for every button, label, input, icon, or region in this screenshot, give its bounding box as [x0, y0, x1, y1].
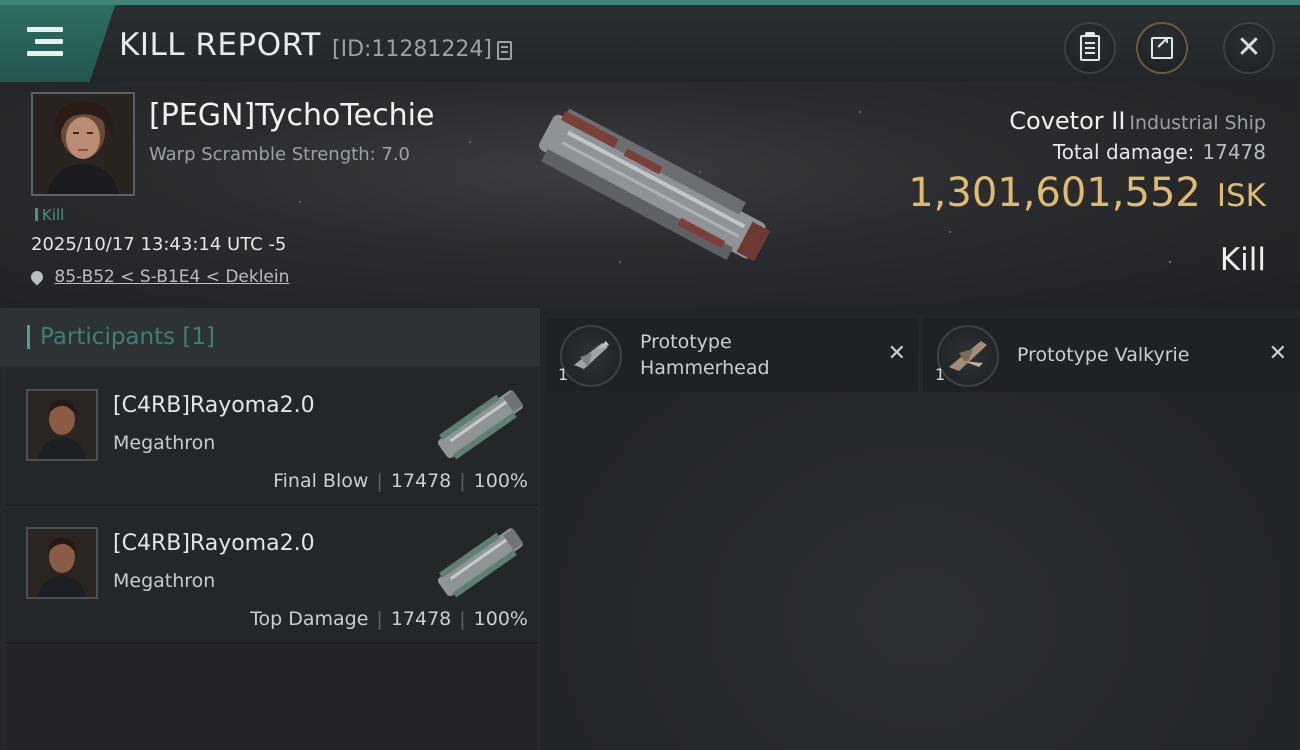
victim-ship-image	[539, 108, 771, 262]
kill-tag: Kill	[35, 206, 64, 224]
ship-class: Industrial Ship	[1129, 112, 1266, 134]
hammerhead-drone-icon	[560, 325, 622, 387]
ship-name: Covetor II	[1009, 107, 1126, 135]
clipboard-icon	[1080, 32, 1100, 61]
participant-role: Top Damage	[250, 608, 369, 630]
participants-header: Participants [1]	[0, 308, 540, 366]
report-id: [ID:11281224]	[332, 37, 492, 62]
menu-button[interactable]	[0, 5, 115, 82]
participant-role: Final Blow	[273, 470, 369, 492]
location-link[interactable]: 85-B52 < S-B1E4 < Deklein	[54, 267, 289, 287]
warp-scramble-strength: Warp Scramble Strength: 7.0	[149, 144, 411, 165]
participant-ship: Megathron	[113, 570, 216, 592]
share-icon	[1151, 33, 1173, 59]
total-damage: Total damage: 17478	[1053, 140, 1266, 164]
clipboard-button[interactable]	[1064, 22, 1116, 74]
total-damage-value: 17478	[1202, 140, 1266, 164]
participants-empty-area	[6, 646, 538, 750]
participant-ship: Megathron	[113, 432, 216, 454]
location-pin-icon	[28, 268, 46, 286]
header-bar: KILL REPORT [ID:11281224] ✕	[0, 0, 1300, 82]
kill-location[interactable]: 85-B52 < S-B1E4 < Deklein	[28, 267, 289, 287]
victim-name[interactable]: [PEGN]TychoTechie	[149, 98, 434, 133]
isk-amount: 1,301,601,552	[908, 170, 1201, 216]
remove-drone-icon[interactable]: ✕	[1269, 341, 1287, 366]
drone-name: Prototype Hammerhead	[640, 331, 770, 379]
participant-row[interactable]: [C4RB]Rayoma2.0 Megathron Top Damage | 174…	[6, 508, 538, 644]
kill-datetime: 2025/10/17 13:43:14 UTC -5	[31, 234, 287, 255]
drones-panel: 1 Prototype Hammerhead ✕ 1 Prototype Val…	[540, 308, 1300, 750]
participant-name[interactable]: [C4RB]Rayoma2.0	[113, 393, 315, 418]
participant-percent: 100%	[473, 608, 528, 630]
total-damage-label: Total damage:	[1052, 140, 1195, 164]
isk-unit: ISK	[1216, 178, 1266, 214]
participant-damage: 17478	[390, 470, 452, 492]
hamburger-menu-icon[interactable]	[27, 27, 63, 57]
copy-id-icon[interactable]	[497, 41, 512, 60]
share-button[interactable]	[1136, 22, 1188, 74]
close-button[interactable]: ✕	[1223, 22, 1275, 74]
victim-portrait[interactable]	[31, 92, 135, 196]
participants-panel: Participants [1] [C4RB]Rayoma2.0 Megathr…	[0, 308, 540, 750]
close-icon: ✕	[1236, 30, 1262, 65]
participant-percent: 100%	[473, 470, 528, 492]
valkyrie-drone-icon	[937, 325, 999, 387]
page-title: KILL REPORT	[119, 27, 321, 63]
remove-drone-icon[interactable]: ✕	[888, 341, 906, 366]
participants-count: [1]	[182, 324, 216, 350]
participant-row[interactable]: [C4RB]Rayoma2.0 Megathron Final Blow | 174…	[6, 370, 538, 506]
participant-damage: 17478	[390, 608, 452, 630]
participant-stats: Top Damage | 17478 | 100%	[250, 608, 528, 630]
isk-value: 1,301,601,552 ISK	[908, 170, 1266, 216]
participants-title: Participants [1]	[40, 324, 216, 350]
drone-item[interactable]: 1 Prototype Hammerhead ✕	[546, 318, 918, 392]
megathron-ship-image	[437, 390, 524, 460]
drone-count: 1	[935, 365, 946, 384]
victim-ship[interactable]: Covetor II Industrial Ship	[1009, 107, 1266, 135]
drone-count: 1	[558, 365, 569, 384]
drone-item[interactable]: 1 Prototype Valkyrie ✕	[923, 318, 1299, 392]
avatar[interactable]	[26, 389, 98, 461]
kill-result: Kill	[1219, 242, 1266, 278]
drone-name: Prototype Valkyrie	[1017, 344, 1190, 366]
participant-stats: Final Blow | 17478 | 100%	[273, 470, 528, 492]
participant-name[interactable]: [C4RB]Rayoma2.0	[113, 531, 315, 556]
megathron-ship-image	[437, 528, 524, 598]
avatar[interactable]	[26, 527, 98, 599]
victim-summary: [PEGN]TychoTechie Warp Scramble Strength…	[0, 82, 1300, 308]
